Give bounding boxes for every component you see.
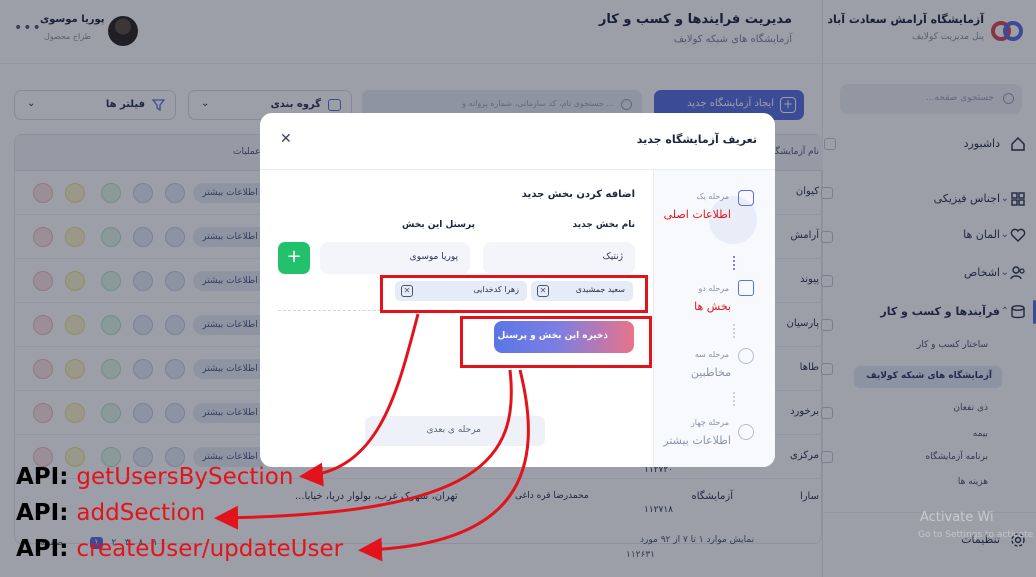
- activation-watermark-sub: Go to Settings to activate: [918, 530, 1034, 540]
- api-label-addSection: API: addSection: [16, 500, 206, 526]
- arrow-to-getUsersBySection: [299, 313, 420, 487]
- api-label-createUser: API: createUser/updateUser: [16, 536, 344, 562]
- api-label-getUsersBySection: API: getUsersBySection: [16, 464, 294, 490]
- annotation-arrows: [214, 313, 530, 562]
- activation-watermark: Activate Wi: [920, 510, 994, 525]
- arrow-to-createUser: [358, 369, 530, 562]
